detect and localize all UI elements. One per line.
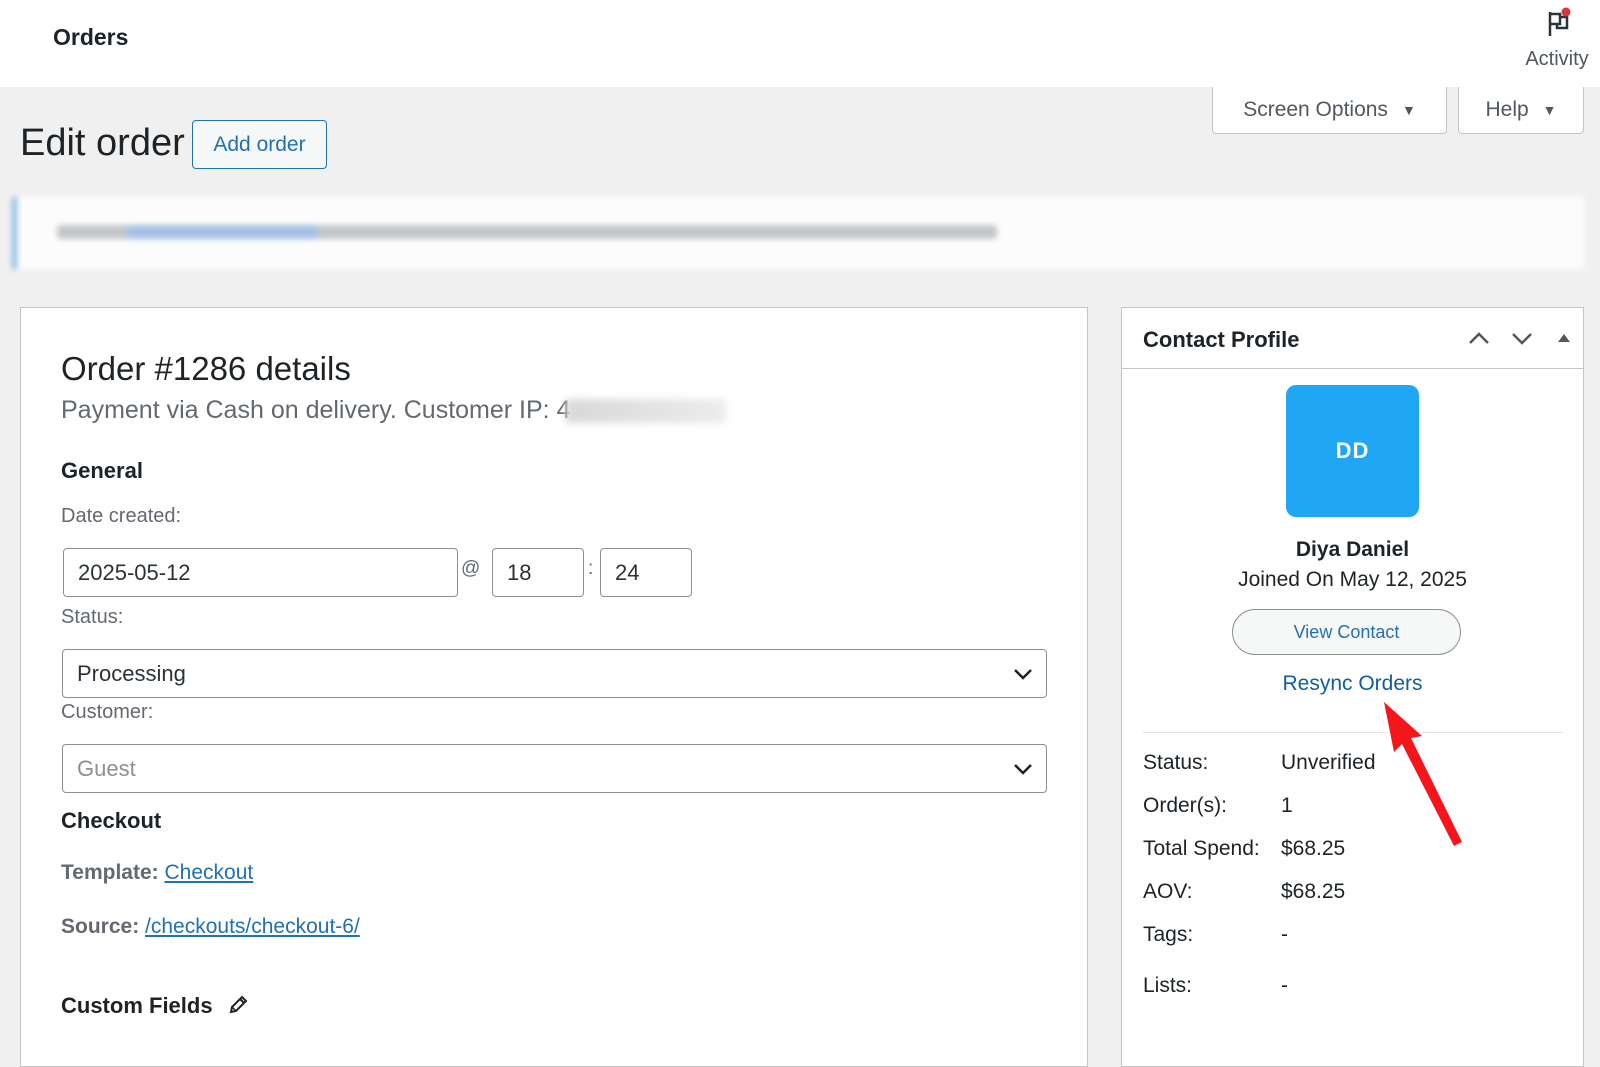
- order-details-panel: Order #1286 details Payment via Cash on …: [20, 307, 1088, 1067]
- caret-down-icon: ▼: [1542, 102, 1557, 118]
- stat-value: -: [1281, 974, 1288, 997]
- annotation-arrow-icon: [1384, 702, 1462, 846]
- contact-name: Diya Daniel: [1295, 538, 1410, 561]
- stat-label: Total Spend:: [1143, 837, 1260, 860]
- page-section-title: Orders: [53, 24, 129, 50]
- screen-options-button[interactable]: Screen Options ▼: [1212, 87, 1447, 134]
- stat-value: 1: [1281, 794, 1293, 817]
- contact-stat-row: Status: Unverified: [1143, 751, 1376, 775]
- help-label: Help: [1485, 98, 1529, 121]
- divider: [1142, 732, 1563, 733]
- source-label: Source:: [61, 915, 140, 938]
- stat-label: Status:: [1143, 751, 1209, 774]
- customer-select[interactable]: Guest: [62, 744, 1047, 793]
- source-row: Source: /checkouts/checkout-6/: [61, 915, 360, 939]
- payment-text: Payment via Cash on delivery. Customer I…: [61, 396, 571, 424]
- customer-selected-value: Guest: [77, 755, 136, 781]
- pencil-icon[interactable]: [227, 994, 249, 1016]
- top-header-bar: Orders Activity: [0, 0, 1600, 87]
- notice-text-redacted: [57, 225, 997, 239]
- status-select[interactable]: Processing: [62, 649, 1047, 698]
- template-row: Template: Checkout: [61, 861, 253, 885]
- custom-fields-heading: Custom Fields: [61, 993, 249, 1019]
- contact-stat-row: Total Spend: $68.25: [1143, 837, 1345, 861]
- contact-profile-panel: Contact Profile DD Diya Daniel Joined On…: [1121, 307, 1584, 1067]
- stat-label: Lists:: [1143, 974, 1193, 997]
- stat-value: $68.25: [1281, 880, 1346, 903]
- source-link[interactable]: /checkouts/checkout-6/: [145, 915, 360, 938]
- activity-button[interactable]: Activity: [1514, 4, 1600, 82]
- contact-stat-row: AOV: $68.25: [1143, 880, 1345, 904]
- contact-stat-row: Order(s): 1: [1143, 794, 1293, 818]
- checkout-heading: Checkout: [61, 808, 162, 833]
- avatar: DD: [1286, 385, 1419, 517]
- stat-label: Tags:: [1143, 923, 1194, 946]
- chevron-down-icon: [1014, 764, 1032, 775]
- order-title: Order #1286 details: [61, 350, 351, 387]
- activity-label: Activity: [1525, 48, 1589, 70]
- status-label: Status:: [61, 606, 124, 628]
- date-created-label: Date created:: [61, 505, 182, 527]
- screen-options-label: Screen Options: [1243, 98, 1388, 121]
- collapse-triangle-icon[interactable]: [1552, 328, 1576, 348]
- at-separator: @: [461, 558, 481, 579]
- customer-label: Customer:: [61, 701, 154, 723]
- hour-input[interactable]: 18: [492, 548, 584, 597]
- admin-notice-blurred: [12, 197, 1584, 269]
- colon-separator: :: [588, 558, 594, 579]
- chevron-down-icon[interactable]: [1510, 328, 1534, 348]
- help-button[interactable]: Help ▼: [1458, 87, 1584, 134]
- general-heading: General: [61, 458, 143, 483]
- chevron-up-icon[interactable]: [1467, 328, 1491, 348]
- stat-label: AOV:: [1143, 880, 1193, 903]
- caret-down-icon: ▼: [1401, 102, 1416, 118]
- contact-profile-title: Contact Profile: [1143, 327, 1300, 352]
- stat-value: -: [1281, 923, 1288, 946]
- contact-stat-row: Lists: -: [1143, 974, 1288, 998]
- chevron-down-icon: [1014, 669, 1032, 680]
- template-link[interactable]: Checkout: [164, 861, 253, 884]
- template-label: Template:: [61, 861, 159, 884]
- contact-joined-date: Joined On May 12, 2025: [1238, 568, 1467, 591]
- resync-orders-label: Resync Orders: [1282, 672, 1423, 695]
- stat-label: Order(s):: [1143, 794, 1227, 817]
- date-created-input[interactable]: 2025-05-12: [63, 548, 458, 597]
- custom-fields-label: Custom Fields: [61, 993, 213, 1018]
- contact-stat-row: Tags: -: [1143, 923, 1288, 947]
- payment-info: Payment via Cash on delivery. Customer I…: [61, 396, 727, 425]
- ip-redacted: [566, 399, 727, 424]
- flag-icon: [1548, 7, 1571, 36]
- minute-input[interactable]: 24: [600, 548, 692, 597]
- contact-profile-header: Contact Profile: [1122, 308, 1583, 369]
- add-order-button[interactable]: Add order: [192, 120, 327, 169]
- view-contact-button[interactable]: View Contact: [1232, 609, 1461, 655]
- resync-orders-link[interactable]: Resync Orders: [1122, 672, 1583, 696]
- stat-value: $68.25: [1281, 837, 1346, 860]
- status-selected-value: Processing: [77, 660, 186, 686]
- stat-value: Unverified: [1281, 751, 1376, 774]
- page-title: Edit order: [20, 122, 185, 164]
